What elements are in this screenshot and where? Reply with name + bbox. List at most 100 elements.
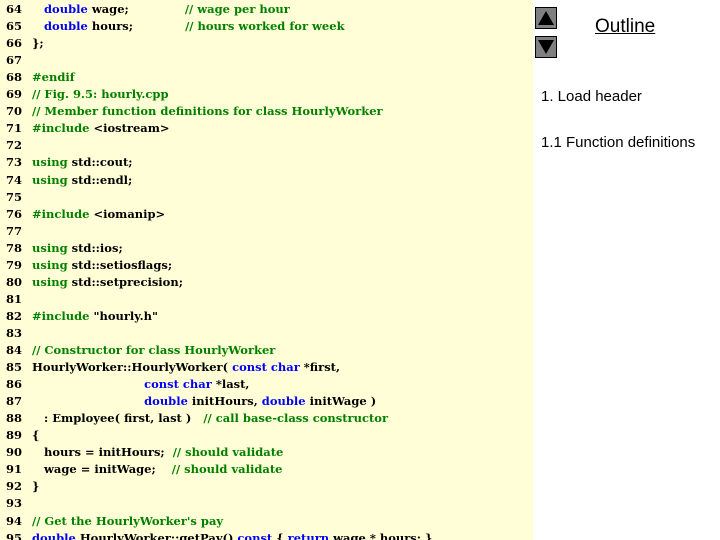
- line-number: 78: [6, 240, 23, 255]
- line-number: 69: [6, 87, 23, 102]
- code-line: 89 {: [0, 427, 39, 444]
- code-text: wage = initWage;: [32, 462, 172, 477]
- code-keyword: double: [44, 19, 88, 34]
- line-number: 76: [6, 206, 23, 221]
- code-line: 64 double wage; // wage per hour: [0, 1, 290, 18]
- code-comment: #include: [32, 308, 90, 323]
- line-number: 86: [6, 377, 23, 392]
- code-line: 70 // Member function definitions for cla…: [0, 103, 383, 120]
- line-number: 70: [6, 104, 23, 119]
- line-number: 91: [6, 462, 23, 477]
- line-number: 93: [6, 496, 23, 511]
- line-number: 88: [6, 411, 23, 426]
- triangle-down-icon: [538, 40, 554, 54]
- code-keyword: double: [44, 2, 88, 16]
- line-number: 81: [6, 291, 23, 306]
- outline-title: Outline: [595, 16, 656, 37]
- code-line: 90 hours = initHours; // should validate: [0, 444, 283, 461]
- code-comment: // Member function definitions for class…: [32, 104, 383, 119]
- line-number: 90: [6, 445, 23, 460]
- code-text: std::endl;: [67, 172, 133, 187]
- previous-slide-button[interactable]: [535, 7, 557, 29]
- code-listing: 64 double wage; // wage per hour 65 doubl…: [0, 0, 533, 540]
- code-text: }: [32, 479, 40, 494]
- code-text: HourlyWorker::getPay(): [75, 530, 238, 540]
- code-text: std::cout;: [67, 155, 133, 170]
- outline-sidebar: Outline 1. Load header 1.1 Function defi…: [533, 0, 720, 540]
- code-text: *first,: [299, 360, 340, 375]
- code-line: 67: [0, 52, 32, 69]
- code-line: 83: [0, 325, 32, 342]
- code-line: 81: [0, 291, 32, 308]
- code-line: 87 double initHours, double initWage ): [0, 393, 376, 410]
- line-number: 75: [6, 189, 23, 204]
- code-comment: #include: [32, 206, 90, 221]
- code-line: 75: [0, 189, 32, 206]
- next-slide-button[interactable]: [535, 36, 557, 58]
- code-line: 68 #endif: [0, 69, 75, 86]
- code-line: 85 HourlyWorker::HourlyWorker( const char…: [0, 359, 340, 376]
- code-line: 71 #include <iostream>: [0, 120, 170, 137]
- line-number: 65: [6, 19, 23, 34]
- line-number: 92: [6, 479, 23, 494]
- code-keyword: const: [237, 530, 273, 540]
- line-number: 77: [6, 223, 23, 238]
- line-number: 85: [6, 360, 23, 375]
- code-line: 80 using std::setprecision;: [0, 274, 183, 291]
- code-keyword: double: [144, 394, 188, 409]
- code-text: <iostream>: [89, 121, 170, 136]
- code-line: 95 double HourlyWorker::getPay() const { …: [0, 530, 432, 540]
- outline-item-function-definitions[interactable]: 1.1 Function definitions: [541, 133, 711, 152]
- code-text: hours = initHours;: [32, 445, 173, 460]
- code-comment: // hours worked for week: [185, 19, 345, 34]
- code-text: : Employee( first, last ): [32, 411, 204, 426]
- code-comment: // should validate: [172, 445, 284, 460]
- line-number: 95: [6, 530, 23, 540]
- line-number: 79: [6, 257, 23, 272]
- code-comment: // Get the HourlyWorker's pay: [32, 513, 224, 528]
- code-keyword: double: [261, 394, 306, 409]
- code-text: std::setprecision;: [67, 274, 183, 289]
- code-text: <iomanip>: [89, 206, 166, 221]
- code-comment: using: [32, 257, 68, 272]
- code-text: hours;: [87, 19, 186, 34]
- code-text: "hourly.h": [89, 308, 159, 323]
- line-number: 94: [6, 513, 23, 528]
- code-line: 74 using std::endl;: [0, 172, 132, 189]
- code-text: *last,: [211, 377, 250, 392]
- code-keyword: const char: [232, 360, 300, 375]
- code-text: HourlyWorker::HourlyWorker(: [32, 360, 233, 375]
- code-line: 66};: [0, 35, 44, 52]
- line-number: 83: [6, 325, 23, 340]
- code-line: 92}: [0, 478, 39, 495]
- code-keyword: const char: [144, 377, 212, 392]
- line-number: 66: [6, 36, 23, 51]
- line-number: 68: [6, 70, 23, 85]
- line-number: 89: [6, 428, 23, 443]
- code-line: 94 // Get the HourlyWorker's pay: [0, 513, 223, 530]
- line-number: 72: [6, 138, 23, 153]
- code-text: {: [32, 428, 40, 443]
- code-comment: // call base-class constructor: [203, 411, 389, 426]
- code-line: 84 // Constructor for class HourlyWorker: [0, 342, 275, 359]
- line-number: 87: [6, 394, 23, 409]
- code-line: 86 const char *last,: [0, 376, 249, 393]
- outline-item-load-header[interactable]: 1. Load header: [541, 87, 711, 106]
- line-number: 82: [6, 308, 23, 323]
- code-comment: using: [32, 274, 68, 289]
- line-number: 71: [6, 121, 23, 136]
- code-text: wage;: [87, 2, 185, 16]
- code-text: };: [32, 36, 44, 51]
- code-comment: // should validate: [171, 462, 283, 477]
- code-line: 91 wage = initWage; // should validate: [0, 461, 282, 478]
- code-text: std::setiosflags;: [67, 257, 173, 272]
- code-text: initHours,: [187, 394, 262, 409]
- code-comment: // Constructor for class HourlyWorker: [32, 343, 276, 357]
- code-comment: #endif: [32, 70, 75, 85]
- code-line: 78 using std::ios;: [0, 240, 123, 257]
- line-number: 84: [6, 343, 23, 357]
- code-line: 73 using std::cout;: [0, 154, 133, 171]
- line-number: 73: [6, 155, 23, 170]
